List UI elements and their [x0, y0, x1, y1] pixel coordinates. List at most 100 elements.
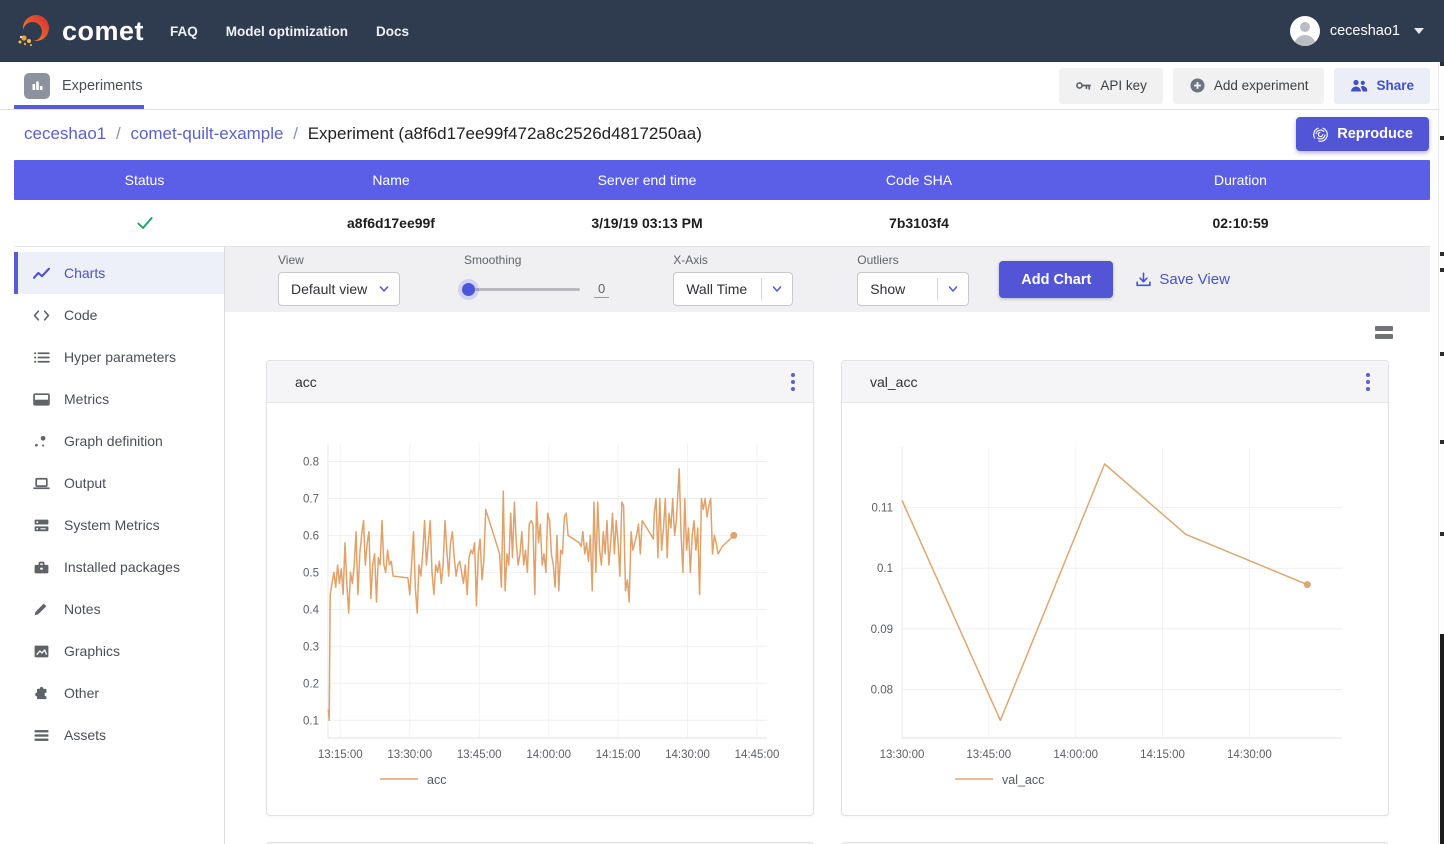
svg-text:0.5: 0.5	[303, 567, 319, 579]
bar-chart-icon	[24, 73, 50, 99]
slider-thumb[interactable]	[462, 283, 475, 296]
people-icon	[1350, 78, 1368, 93]
kebab-menu-icon[interactable]	[787, 369, 799, 395]
layout-toggle-icon[interactable]	[1375, 326, 1393, 339]
svg-text:14:45:00: 14:45:00	[735, 749, 780, 761]
line-chart-val-acc[interactable]: 13:30:0013:45:0014:00:0014:15:0014:30:00…	[842, 403, 1388, 815]
sidebar-item-label: Hyper parameters	[64, 349, 176, 365]
sidebar-item-other[interactable]: Other	[14, 672, 224, 714]
comet-experiment-page: comet FAQ Model optimization Docs cecesh…	[0, 0, 1444, 844]
briefcase-icon	[33, 560, 50, 575]
svg-text:13:45:00: 13:45:00	[966, 749, 1011, 761]
code-sha-cell: 7b3103f4	[787, 200, 1051, 246]
nav-link-docs[interactable]: Docs	[376, 24, 409, 39]
save-view-label: Save View	[1159, 271, 1230, 288]
svg-text:0.1: 0.1	[303, 715, 319, 727]
avatar	[1290, 16, 1320, 46]
sidebar-item-label: Graphics	[64, 643, 120, 659]
user-menu[interactable]: ceceshao1	[1290, 16, 1424, 46]
view-select[interactable]: Default view	[278, 272, 400, 306]
smoothing-slider[interactable]	[464, 288, 580, 291]
add-chart-button[interactable]: Add Chart	[999, 261, 1113, 298]
pencil-icon	[33, 602, 50, 617]
svg-text:13:15:00: 13:15:00	[318, 749, 363, 761]
breadcrumb-current: Experiment (a8f6d17ee99f472a8c2526d48172…	[308, 124, 702, 143]
experiment-sidebar: Charts Code Hyper parameters Metrics Gra…	[14, 247, 225, 844]
view-label: View	[278, 253, 400, 267]
api-key-label: API key	[1100, 78, 1147, 93]
tab-experiments[interactable]: Experiments	[14, 62, 157, 109]
svg-text:0.6: 0.6	[303, 530, 319, 542]
svg-text:14:30:00: 14:30:00	[1227, 749, 1272, 761]
sidebar-item-hyper-parameters[interactable]: Hyper parameters	[14, 336, 224, 378]
sidebar-item-installed-packages[interactable]: Installed packages	[14, 546, 224, 588]
add-experiment-button[interactable]: Add experiment	[1173, 68, 1325, 104]
nav-link-faq[interactable]: FAQ	[170, 24, 198, 39]
sidebar-item-notes[interactable]: Notes	[14, 588, 224, 630]
x-axis-control: X-Axis Wall Time	[673, 253, 793, 306]
sidebar-item-label: Code	[64, 307, 97, 323]
kebab-menu-icon[interactable]	[1362, 369, 1374, 395]
smoothing-label: Smoothing	[464, 253, 609, 267]
svg-text:0.11: 0.11	[871, 503, 893, 515]
outliers-select[interactable]: Show	[857, 272, 969, 306]
sidebar-item-metrics[interactable]: Metrics	[14, 378, 224, 420]
tab-experiments-label: Experiments	[62, 78, 143, 94]
page-scrollbar[interactable]	[1438, 62, 1444, 844]
smoothing-value[interactable]: 0	[594, 281, 609, 298]
sidebar-item-graphics[interactable]: Graphics	[14, 630, 224, 672]
column-header-code-sha: Code SHA	[787, 160, 1051, 200]
sidebar-item-label: Notes	[64, 601, 101, 617]
fingerprint-icon	[1312, 126, 1329, 143]
sidebar-item-label: Metrics	[64, 391, 109, 407]
breadcrumb-owner-link[interactable]: ceceshao1	[24, 124, 106, 143]
chevron-down-icon	[379, 284, 389, 294]
duration-cell: 02:10:59	[1051, 200, 1430, 246]
svg-text:0.7: 0.7	[303, 494, 319, 506]
sidebar-item-output[interactable]: Output	[14, 462, 224, 504]
view-control: View Default view	[278, 253, 400, 306]
svg-text:13:45:00: 13:45:00	[457, 749, 502, 761]
chevron-down-icon	[772, 284, 782, 294]
svg-text:14:00:00: 14:00:00	[526, 749, 571, 761]
outliers-label: Outliers	[857, 253, 969, 267]
tab-bar: Experiments API key Add experiment Share	[0, 62, 1444, 110]
share-label: Share	[1376, 78, 1414, 93]
puzzle-icon	[33, 686, 50, 701]
save-view-button[interactable]: Save View	[1135, 271, 1230, 288]
svg-text:0.08: 0.08	[871, 685, 893, 697]
line-chart-acc[interactable]: 13:15:0013:30:0013:45:0014:00:0014:15:00…	[267, 403, 813, 815]
table-card-icon	[33, 392, 50, 407]
svg-text:0.4: 0.4	[303, 604, 320, 616]
sidebar-item-code[interactable]: Code	[14, 294, 224, 336]
svg-text:0.8: 0.8	[303, 457, 319, 469]
table-row: a8f6d17ee99f 3/19/19 03:13 PM 7b3103f4 0…	[14, 200, 1430, 247]
charts-grid: acc 13:15:0013:30:0013:45:0014:00:0014:1…	[225, 312, 1430, 844]
share-button[interactable]: Share	[1334, 68, 1430, 104]
breadcrumb: ceceshao1 / comet-quilt-example / Experi…	[24, 124, 702, 144]
breadcrumb-project-link[interactable]: comet-quilt-example	[130, 124, 283, 143]
sidebar-item-charts[interactable]: Charts	[14, 252, 224, 294]
sidebar-item-graph-definition[interactable]: Graph definition	[14, 420, 224, 462]
reproduce-button[interactable]: Reproduce	[1296, 117, 1429, 151]
sidebar-item-label: Other	[64, 685, 99, 701]
api-key-button[interactable]: API key	[1059, 68, 1163, 104]
svg-text:14:00:00: 14:00:00	[1053, 749, 1098, 761]
sidebar-item-assets[interactable]: Assets	[14, 714, 224, 756]
x-axis-select[interactable]: Wall Time	[673, 272, 793, 306]
chart-controls-bar: View Default view Smoothing 0 X-Axis	[225, 247, 1430, 312]
chart-card-header: acc	[267, 361, 813, 403]
sidebar-item-system-metrics[interactable]: System Metrics	[14, 504, 224, 546]
view-select-value: Default view	[291, 281, 367, 297]
chevron-down-icon	[1414, 28, 1424, 34]
svg-text:0.3: 0.3	[303, 641, 319, 653]
svg-text:0.2: 0.2	[303, 678, 319, 690]
chart-card-val-acc: val_acc 13:30:0013:45:0014:00:0014:15:00…	[841, 360, 1389, 816]
nav-link-model-optimization[interactable]: Model optimization	[226, 24, 348, 39]
reproduce-label: Reproduce	[1337, 126, 1413, 142]
image-icon	[33, 644, 50, 659]
svg-text:14:15:00: 14:15:00	[596, 749, 641, 761]
column-header-server-end-time: Server end time	[507, 160, 787, 200]
brand-name: comet	[62, 16, 144, 47]
sidebar-item-label: Charts	[64, 265, 105, 281]
